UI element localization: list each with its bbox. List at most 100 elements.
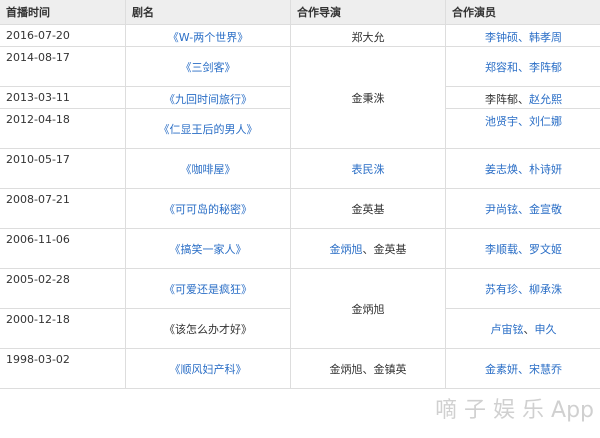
title-link[interactable]: 《可可岛的秘密》 (164, 203, 252, 216)
table-header: 首播时间 剧名 合作导演 合作演员 (0, 0, 600, 25)
header-air-date: 首播时间 (0, 0, 126, 25)
cast-separator: 、 (518, 362, 529, 376)
cast-cell: 李顺载、罗文姬 (445, 228, 600, 269)
title-cell: 《可爱还是疯狂》 (125, 268, 291, 309)
title-cell: 《可可岛的秘密》 (125, 188, 291, 229)
cast-separator: 、 (518, 115, 529, 128)
director-name: 金炳旭 (329, 362, 363, 376)
cast-link[interactable]: 韩孝周 (529, 31, 562, 44)
cast-link[interactable]: 尹尚铉 (485, 203, 518, 216)
director-name: 金镇英 (373, 362, 407, 376)
cast-cell: 尹尚铉、金宣敬 (445, 188, 600, 229)
director-link[interactable]: 金炳旭 (330, 243, 363, 256)
title-text: 《该怎么办才好》 (164, 322, 252, 336)
director-link[interactable]: 表民洙 (352, 163, 385, 176)
cast-link[interactable]: 宋慧乔 (529, 363, 562, 376)
table-row: 2005-02-28 《可爱还是疯狂》 金炳旭 苏有珍、柳承洙 (0, 268, 600, 349)
title-cell: 《搞笑一家人》 (125, 228, 291, 269)
table-body: 2016-07-20 《W-两个世界》 郑大允 李钟硕、韩孝周 2014-08-… (0, 24, 600, 389)
director-cell: 金炳旭、金英基 (290, 228, 446, 269)
cast-cell: 苏有珍、柳承洙 (445, 268, 600, 309)
director-separator: 、 (362, 362, 374, 376)
director-cell: 金炳旭 (290, 268, 446, 349)
air-date-cell: 1998-03-02 (0, 348, 126, 389)
title-cell: 《九回时间旅行》 (125, 86, 291, 109)
cast-separator: 、 (523, 322, 535, 336)
air-date-cell: 2005-02-28 (0, 268, 126, 309)
cast-link[interactable]: 罗文姬 (529, 243, 562, 256)
air-date-cell: 2006-11-06 (0, 228, 126, 269)
table-row: 2008-07-21 《可可岛的秘密》 金英基 尹尚铉、金宣敬 (0, 188, 600, 229)
air-date-cell: 2016-07-20 (0, 24, 126, 47)
cast-cell: 姜志焕、朴诗妍 (445, 148, 600, 189)
cast-link[interactable]: 苏有珍 (485, 283, 518, 296)
cast-link[interactable]: 池贤宇 (485, 115, 518, 128)
cast-link[interactable]: 姜志焕 (485, 163, 518, 176)
director-name: 金英基 (373, 242, 407, 256)
title-cell: 《三剑客》 (125, 46, 291, 87)
table-row: 2010-05-17 《咖啡屋》 表民洙 姜志焕、朴诗妍 (0, 148, 600, 189)
title-link[interactable]: 《咖啡屋》 (181, 163, 236, 176)
director-name: 郑大允 (351, 31, 385, 44)
cast-link[interactable]: 朴诗妍 (529, 163, 562, 176)
cast-separator: 、 (518, 31, 529, 44)
director-cell: 金炳旭、金镇英 (290, 348, 446, 389)
table-row: 1998-03-02 《顺风妇产科》 金炳旭、金镇英 金素妍、宋慧乔 (0, 348, 600, 389)
air-date-cell: 2012-04-18 (0, 108, 126, 149)
cast-link[interactable]: 李顺载 (485, 243, 518, 256)
title-cell: 《该怎么办才好》 (125, 308, 291, 349)
header-row: 首播时间 剧名 合作导演 合作演员 (0, 0, 600, 25)
cast-cell: 李阵郁、赵允熙 (445, 86, 600, 109)
cast-cell: 池贤宇、刘仁娜 (445, 108, 600, 149)
title-link[interactable]: 《可爱还是疯狂》 (164, 283, 252, 296)
cast-cell: 郑容和、李阵郁 (445, 46, 600, 87)
cast-cell: 卢宙铉、申久 (445, 308, 600, 349)
title-link[interactable]: 《顺风妇产科》 (170, 363, 247, 376)
title-cell: 《W-两个世界》 (125, 24, 291, 47)
table-row: 2006-11-06 《搞笑一家人》 金炳旭、金英基 李顺载、罗文姬 (0, 228, 600, 269)
cast-link[interactable]: 刘仁娜 (529, 115, 562, 128)
header-title: 剧名 (125, 0, 291, 25)
director-cell: 金英基 (290, 188, 446, 229)
director-name: 金英基 (351, 202, 385, 216)
cast-link[interactable]: 李钟硕 (485, 31, 518, 44)
air-date-cell: 2010-05-17 (0, 148, 126, 189)
director-name: 金炳旭 (351, 302, 385, 316)
title-link[interactable]: 《仁显王后的男人》 (159, 123, 258, 136)
cast-link[interactable]: 赵允熙 (529, 93, 562, 106)
director-cell: 表民洙 (290, 148, 446, 189)
director-cell: 金秉洙 (290, 46, 446, 149)
cast-separator: 、 (518, 60, 529, 74)
header-director: 合作导演 (290, 0, 446, 25)
cast-link[interactable]: 申久 (535, 323, 557, 336)
cast-separator: 、 (518, 93, 529, 106)
director-name: 金秉洙 (351, 91, 385, 105)
director-separator: 、 (362, 242, 374, 256)
title-cell: 《咖啡屋》 (125, 148, 291, 189)
title-cell: 《仁显王后的男人》 (125, 108, 291, 149)
cast-cell: 金素妍、宋慧乔 (445, 348, 600, 389)
air-date-cell: 2013-03-11 (0, 86, 126, 109)
title-link[interactable]: 《W-两个世界》 (168, 31, 248, 44)
cast-link[interactable]: 金宣敬 (529, 203, 562, 216)
drama-table: 首播时间 剧名 合作导演 合作演员 2016-07-20 《W-两个世界》 郑大… (0, 0, 600, 389)
cast-link[interactable]: 金素妍 (485, 363, 518, 376)
air-date-cell: 2008-07-21 (0, 188, 126, 229)
title-link[interactable]: 《三剑客》 (181, 61, 236, 74)
cast-separator: 、 (518, 242, 529, 256)
cast-link[interactable]: 李阵郁 (529, 61, 562, 74)
title-link[interactable]: 《搞笑一家人》 (170, 243, 247, 256)
cast-separator: 、 (518, 162, 529, 176)
cast-separator: 、 (518, 202, 529, 216)
cast-name: 李阵郁 (485, 93, 518, 106)
cast-link[interactable]: 郑容和 (485, 61, 518, 74)
watermark: 嘀 子 娱 乐 App (435, 398, 594, 423)
table-row: 2014-08-17 《三剑客》 金秉洙 郑容和、李阵郁 (0, 46, 600, 149)
air-date-cell: 2000-12-18 (0, 308, 126, 349)
table-row: 2016-07-20 《W-两个世界》 郑大允 李钟硕、韩孝周 (0, 24, 600, 47)
director-cell: 郑大允 (290, 24, 446, 47)
cast-link[interactable]: 卢宙铉 (491, 323, 524, 336)
cast-link[interactable]: 柳承洙 (529, 283, 562, 296)
title-link[interactable]: 《九回时间旅行》 (164, 93, 252, 106)
cast-cell: 李钟硕、韩孝周 (445, 24, 600, 47)
